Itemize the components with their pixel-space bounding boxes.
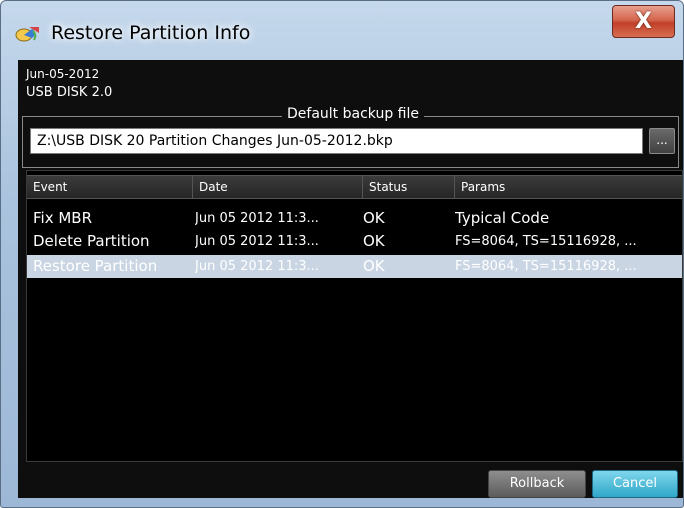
params-cell: FS=8064, TS=15116928, ... <box>455 259 637 274</box>
params-cell: Typical Code <box>455 209 550 227</box>
title-bar[interactable]: Restore Partition Info <box>1 1 683 57</box>
backup-path-input[interactable]: Z:\USB DISK 20 Partition Changes Jun-05-… <box>30 128 643 154</box>
info-disk-name: USB DISK 2.0 <box>26 85 113 100</box>
table-row[interactable]: Fix MBR Jun 05 2012 11:3... OK Typical C… <box>27 207 682 230</box>
date-cell: Jun 05 2012 11:3... <box>195 211 319 226</box>
status-cell: OK <box>363 257 385 275</box>
table-row-selected[interactable]: Restore Partition Jun 05 2012 11:3... OK… <box>27 255 682 278</box>
info-date: Jun-05-2012 <box>26 67 100 81</box>
event-cell: Restore Partition <box>33 257 158 275</box>
params-cell: FS=8064, TS=15116928, ... <box>455 234 637 249</box>
close-button[interactable]: X <box>612 5 675 38</box>
events-list[interactable]: Event Date Status Params Fix MBR Jun 05 … <box>26 170 683 462</box>
status-cell: OK <box>363 209 385 227</box>
date-cell: Jun 05 2012 11:3... <box>195 259 319 274</box>
browse-button[interactable]: ... <box>649 128 675 154</box>
event-cell: Fix MBR <box>33 209 93 227</box>
rollback-button[interactable]: Rollback <box>488 470 586 498</box>
column-header-params[interactable]: Params <box>455 176 682 198</box>
column-header-event[interactable]: Event <box>27 176 193 198</box>
column-header-status[interactable]: Status <box>363 176 455 198</box>
date-cell: Jun 05 2012 11:3... <box>195 234 319 249</box>
column-header-date[interactable]: Date <box>193 176 363 198</box>
disk-info: Jun-05-2012 USB DISK 2.0 <box>26 66 112 102</box>
table-row[interactable]: Delete Partition Jun 05 2012 11:3... OK … <box>27 230 682 253</box>
backup-file-group-label: Default backup file <box>282 106 424 122</box>
close-icon: X <box>635 9 652 34</box>
events-list-header: Event Date Status Params <box>27 175 682 199</box>
window-title: Restore Partition Info <box>51 22 251 44</box>
cancel-button[interactable]: Cancel <box>592 470 678 498</box>
restore-partition-icon <box>15 23 41 43</box>
status-cell: OK <box>363 232 385 250</box>
event-cell: Delete Partition <box>33 232 150 250</box>
